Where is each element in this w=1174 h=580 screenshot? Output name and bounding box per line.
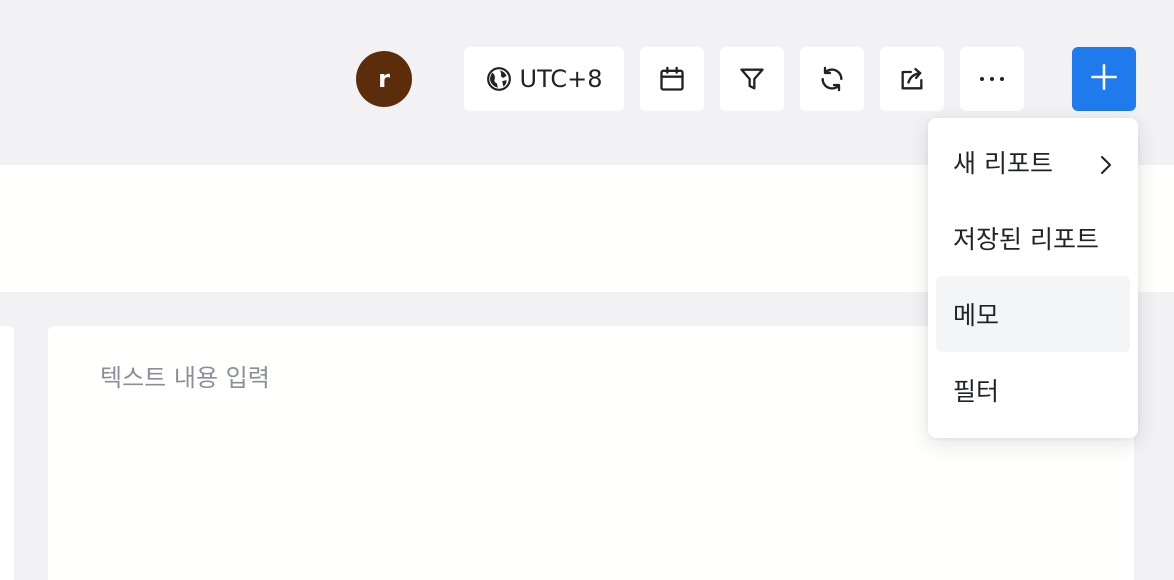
calendar-button[interactable] [640, 47, 704, 111]
more-icon [978, 75, 1006, 83]
timezone-button[interactable]: UTC+8 [464, 47, 624, 111]
filter-icon [738, 65, 766, 93]
add-dropdown-menu: 새 리포트 저장된 리포트 메모 필터 [928, 118, 1138, 438]
menu-item-label: 저장된 리포트 [953, 225, 1099, 254]
timezone-label: UTC+8 [519, 65, 603, 93]
left-widget-panel [0, 326, 14, 580]
globe-icon [486, 66, 512, 92]
share-icon [898, 65, 926, 93]
menu-item-label: 새 리포트 [953, 149, 1053, 178]
menu-item-label: 메모 [953, 301, 1000, 330]
report-page: r UTC+8 텍스트 내용 입력 새 리포트 저장된 리포트 메모 필터 [0, 0, 1174, 580]
menu-item-memo[interactable]: 메모 [936, 276, 1130, 352]
avatar-initial: r [378, 65, 390, 93]
user-avatar[interactable]: r [356, 51, 412, 107]
more-button[interactable] [960, 47, 1024, 111]
menu-item-new-report[interactable]: 새 리포트 [936, 124, 1130, 200]
add-button[interactable] [1072, 47, 1136, 111]
plus-icon [1090, 63, 1118, 95]
filter-button[interactable] [720, 47, 784, 111]
share-button[interactable] [880, 47, 944, 111]
calendar-icon [658, 65, 686, 93]
refresh-button[interactable] [800, 47, 864, 111]
menu-item-label: 필터 [953, 377, 1000, 406]
chevron-right-icon [1100, 152, 1112, 181]
menu-item-saved-reports[interactable]: 저장된 리포트 [936, 200, 1130, 276]
menu-item-filter[interactable]: 필터 [936, 352, 1130, 428]
refresh-icon [818, 65, 846, 93]
